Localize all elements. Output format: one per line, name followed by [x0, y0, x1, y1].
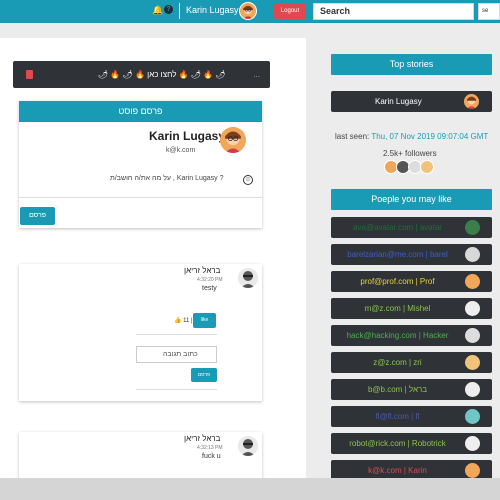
- navbar-user-name[interactable]: Karin Lugasy: [186, 5, 239, 15]
- question-icon[interactable]: ?: [164, 5, 173, 14]
- emoji-icon[interactable]: ☺: [243, 175, 253, 185]
- follower-avatars: [384, 160, 444, 174]
- people-you-may-like-header: Poeple you may like: [331, 189, 492, 210]
- post-author-avatar: [220, 127, 246, 153]
- avatar: [465, 436, 480, 451]
- like-button[interactable]: like: [193, 313, 216, 328]
- top-story-item[interactable]: Karin Lugasy: [331, 91, 492, 112]
- post-textarea[interactable]: על מה את/ה חושב/ת , Karin Lugasy ?: [110, 175, 224, 182]
- people-list-item[interactable]: b@b.com | בראל: [331, 379, 492, 400]
- last-seen: last seen: Thu, 07 Nov 2019 09:07:04 GMT: [335, 132, 488, 141]
- avatar: [465, 247, 480, 262]
- people-list-item[interactable]: prof@prof.com | Prof: [331, 271, 492, 292]
- comment-input[interactable]: כתוב תגובה: [136, 346, 217, 363]
- post-avatar: [238, 436, 258, 456]
- post-time: 4:32:20 PM: [197, 277, 223, 283]
- logout-button[interactable]: Logout: [274, 4, 306, 19]
- people-list-item[interactable]: fl@fl.com | fl: [331, 406, 492, 427]
- people-list-item[interactable]: z@z.com | zri: [331, 352, 492, 373]
- avatar: [465, 274, 480, 289]
- post-author[interactable]: בראל זריאן: [184, 434, 220, 443]
- create-post-card: פרסם פוסט Karin Lugasy k@k.com על מה את/…: [19, 101, 262, 228]
- feed-post: בראל זריאן 4:32:13 PM fuck u: [19, 432, 262, 482]
- notice-text[interactable]: 🌶 🔥 🌶 🔥 לחצו כאן 🔥 🌶 🔥 🌶: [98, 61, 226, 88]
- comment-submit-button[interactable]: פרסם: [191, 368, 217, 382]
- notice-menu[interactable]: ...: [253, 61, 260, 88]
- last-seen-value: Thu, 07 Nov 2019 09:07:04 GMT: [371, 132, 489, 141]
- story-avatar: [464, 94, 479, 109]
- followers-count: 2.5k+ followers: [383, 149, 437, 158]
- post-avatar: [238, 268, 258, 288]
- notice-banner[interactable]: 🌶 🔥 🌶 🔥 לחצו כאן 🔥 🌶 🔥 🌶 ...: [13, 61, 270, 88]
- people-label: robot@rick.com | Robotrick: [349, 439, 446, 448]
- navbar-divider: [179, 3, 180, 19]
- avatar[interactable]: [420, 160, 434, 174]
- navbar-avatar[interactable]: [239, 2, 257, 20]
- post-author-name: Karin Lugasy: [149, 129, 226, 143]
- page-footer-strip: [0, 478, 500, 500]
- avatar: [465, 463, 480, 478]
- people-label: z@z.com | zri: [373, 358, 422, 367]
- people-label: barelzarian@me.com | barel: [347, 250, 448, 259]
- people-label: ava@avatar.com | avatar: [353, 223, 442, 232]
- avatar: [465, 301, 480, 316]
- search-input[interactable]: Search: [313, 3, 474, 20]
- bell-icon[interactable]: 🔔: [152, 5, 163, 16]
- people-list-item[interactable]: ava@avatar.com | avatar: [331, 217, 492, 238]
- post-divider: [136, 334, 217, 335]
- people-list-item[interactable]: barelzarian@me.com | barel: [331, 244, 492, 265]
- avatar: [465, 355, 480, 370]
- people-label: prof@prof.com | Prof: [360, 277, 435, 286]
- create-post-header: פרסם פוסט: [19, 101, 262, 122]
- people-list-item[interactable]: m@z.com | Mishel: [331, 298, 492, 319]
- last-seen-label: last seen:: [335, 132, 370, 141]
- post-body: testy: [202, 285, 217, 292]
- post-author[interactable]: בראל זריאן: [184, 266, 220, 275]
- people-label: b@b.com | בראל: [367, 385, 428, 394]
- avatar: [465, 220, 480, 235]
- like-count: 👍 11 |: [174, 318, 193, 324]
- post-time: 4:32:13 PM: [197, 445, 223, 451]
- flag-icon: [26, 70, 33, 79]
- people-list-item[interactable]: hack@hacking.com | Hacker: [331, 325, 492, 346]
- post-divider: [19, 197, 262, 198]
- post-body: fuck u: [202, 453, 221, 460]
- avatar: [465, 409, 480, 424]
- top-navbar: 🔔 ? Karin Lugasy Logout Search se: [0, 0, 500, 23]
- top-stories-header: Top stories: [331, 54, 492, 75]
- people-label: m@z.com | Mishel: [364, 304, 431, 313]
- avatar: [465, 328, 480, 343]
- story-user-name: Karin Lugasy: [375, 97, 422, 106]
- search-button[interactable]: se: [478, 3, 500, 20]
- people-label: hack@hacking.com | Hacker: [346, 331, 449, 340]
- publish-post-button[interactable]: פרסם: [20, 207, 55, 225]
- comment-divider: [136, 389, 217, 390]
- people-label: fl@fl.com | fl: [375, 412, 420, 421]
- post-author-email: k@k.com: [166, 147, 196, 154]
- avatar: [465, 382, 480, 397]
- feed-post: בראל זריאן 4:32:20 PM testy 👍 11 | like …: [19, 264, 262, 401]
- people-list-item[interactable]: robot@rick.com | Robotrick: [331, 433, 492, 454]
